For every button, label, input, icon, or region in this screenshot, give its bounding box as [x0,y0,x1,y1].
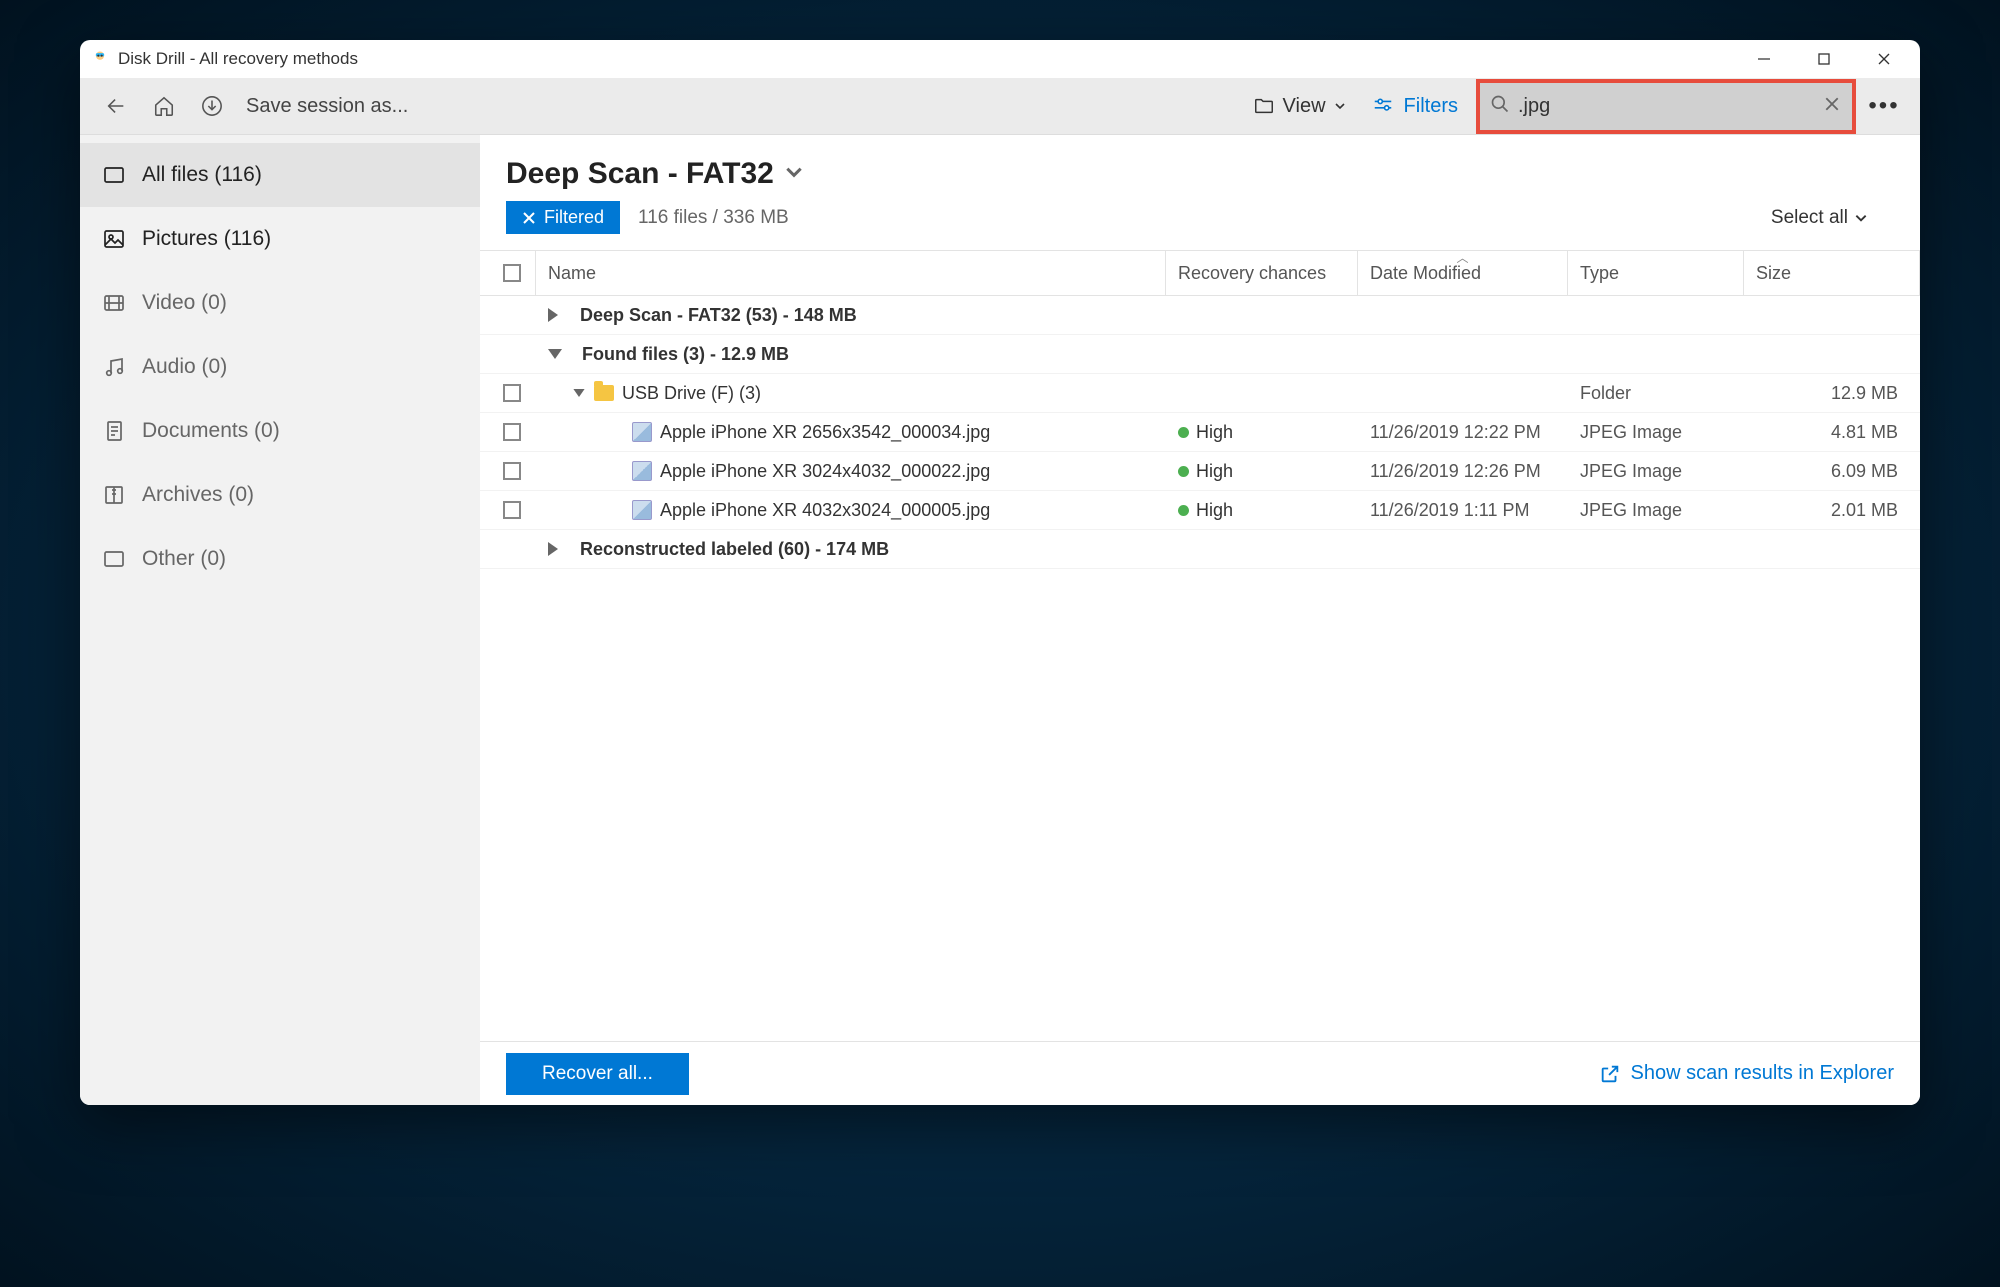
close-icon [522,211,536,225]
recover-all-button[interactable]: Recover all... [506,1053,689,1095]
sliders-icon [1372,95,1394,117]
search-icon [1490,94,1510,119]
sidebar-item-label: Documents (0) [142,419,280,443]
row-checkbox[interactable] [503,384,521,402]
titlebar: Disk Drill - All recovery methods [80,40,1920,78]
jpeg-icon [632,461,652,481]
folder-icon [594,385,614,401]
sidebar: All files (116) Pictures (116) Video (0)… [80,135,480,1105]
col-name[interactable]: Name [536,251,1166,295]
chevron-down-icon [1854,211,1868,225]
content-pane: Deep Scan - FAT32 Filtered 116 files / 3… [480,135,1920,1105]
col-size[interactable]: Size [1744,251,1920,295]
folder-icon [1253,95,1275,117]
collapse-icon[interactable] [573,389,584,397]
close-button[interactable] [1854,40,1914,78]
status-dot-icon [1178,466,1189,477]
app-window: Disk Drill - All recovery methods Save s… [80,40,1920,1105]
sidebar-item-label: Pictures (116) [142,227,271,251]
group-row[interactable]: Reconstructed labeled (60) - 174 MB [480,530,1920,569]
pictures-icon [102,227,126,251]
filters-label: Filters [1404,95,1458,118]
show-in-explorer-link[interactable]: Show scan results in Explorer [1599,1062,1894,1085]
col-recovery[interactable]: Recovery chances [1166,251,1358,295]
sidebar-item-label: Archives (0) [142,483,254,507]
status-dot-icon [1178,427,1189,438]
home-button[interactable] [144,86,184,126]
select-all-checkbox[interactable] [503,264,521,282]
jpeg-icon [632,422,652,442]
file-row[interactable]: Apple iPhone XR 2656x3542_000034.jpg Hig… [480,413,1920,452]
sidebar-item-label: Video (0) [142,291,227,315]
toolbar: Save session as... View Filters ••• [80,78,1920,135]
sort-up-icon: ︿ [1456,249,1468,266]
search-box [1476,79,1856,134]
file-row[interactable]: Apple iPhone XR 4032x3024_000005.jpg Hig… [480,491,1920,530]
footer: Recover all... Show scan results in Expl… [480,1041,1920,1105]
chevron-down-icon[interactable] [784,162,804,187]
expand-icon[interactable] [548,542,558,556]
video-icon [102,291,126,315]
file-row[interactable]: Apple iPhone XR 3024x4032_000022.jpg Hig… [480,452,1920,491]
sidebar-item-video[interactable]: Video (0) [80,271,480,335]
maximize-button[interactable] [1794,40,1854,78]
minimize-button[interactable] [1734,40,1794,78]
sidebar-item-label: Audio (0) [142,355,227,379]
col-date[interactable]: ︿Date Modified [1358,251,1568,295]
app-icon [90,49,110,69]
expand-icon[interactable] [548,308,558,322]
select-all-button[interactable]: Select all [1771,207,1868,229]
chevron-down-icon [1334,100,1346,112]
folder-row[interactable]: USB Drive (F) (3) Folder 12.9 MB [480,374,1920,413]
col-type[interactable]: Type [1568,251,1744,295]
page-title: Deep Scan - FAT32 [506,157,774,191]
view-label: View [1283,95,1326,118]
status-dot-icon [1178,505,1189,516]
open-external-icon [1599,1063,1621,1085]
view-dropdown[interactable]: View [1245,95,1354,118]
sidebar-item-label: Other (0) [142,547,226,571]
group-row[interactable]: Found files (3) - 12.9 MB [480,335,1920,374]
back-button[interactable] [96,86,136,126]
sidebar-item-label: All files (116) [142,163,262,187]
sidebar-item-pictures[interactable]: Pictures (116) [80,207,480,271]
file-count: 116 files / 336 MB [638,207,789,229]
more-button[interactable]: ••• [1864,86,1904,126]
sidebar-item-other[interactable]: Other (0) [80,527,480,591]
other-icon [102,547,126,571]
row-checkbox[interactable] [503,462,521,480]
download-button[interactable] [192,86,232,126]
column-headers: Name Recovery chances ︿Date Modified Typ… [480,250,1920,296]
archives-icon [102,483,126,507]
collapse-icon[interactable] [548,349,562,359]
row-checkbox[interactable] [503,423,521,441]
documents-icon [102,419,126,443]
window-title: Disk Drill - All recovery methods [118,49,1734,69]
sidebar-item-archives[interactable]: Archives (0) [80,463,480,527]
all-files-icon [102,163,126,187]
sidebar-item-audio[interactable]: Audio (0) [80,335,480,399]
sidebar-item-all-files[interactable]: All files (116) [80,143,480,207]
filters-button[interactable]: Filters [1362,95,1468,118]
search-input[interactable] [1518,95,1812,118]
group-row[interactable]: Deep Scan - FAT32 (53) - 148 MB [480,296,1920,335]
audio-icon [102,355,126,379]
jpeg-icon [632,500,652,520]
save-session-button[interactable]: Save session as... [246,95,408,118]
clear-search-button[interactable] [1824,96,1840,117]
filtered-badge[interactable]: Filtered [506,201,620,234]
row-checkbox[interactable] [503,501,521,519]
sidebar-item-documents[interactable]: Documents (0) [80,399,480,463]
